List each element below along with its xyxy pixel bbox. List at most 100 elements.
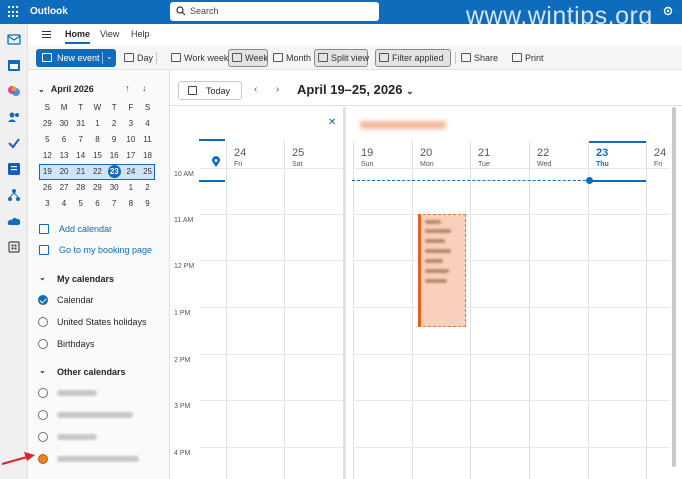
checkbox-unchecked[interactable] — [38, 339, 48, 349]
mini-calendar-day[interactable]: 11 — [139, 132, 156, 148]
mini-calendar-day[interactable]: 29 — [89, 180, 106, 196]
mini-calendar-day[interactable]: 29 — [39, 116, 56, 132]
other-calendar-item[interactable] — [38, 409, 163, 423]
mini-calendar-day[interactable]: 9 — [139, 196, 156, 212]
mini-calendar-day[interactable]: 17 — [123, 148, 140, 164]
mini-calendar-day[interactable]: 6 — [89, 196, 106, 212]
mini-calendar-day[interactable]: 30 — [56, 116, 73, 132]
mini-calendar-day[interactable]: 16 — [106, 148, 123, 164]
tab-view[interactable]: View — [100, 29, 119, 39]
view-week-button[interactable]: Week — [228, 49, 268, 67]
previous-week-arrow[interactable]: ‹ — [254, 84, 257, 95]
mini-calendar-day[interactable]: 12 — [39, 148, 56, 164]
mini-calendar-day[interactable]: 8 — [123, 196, 140, 212]
mini-calendar-day[interactable]: 8 — [89, 132, 106, 148]
gear-icon[interactable] — [662, 5, 674, 17]
day-header[interactable]: 20 Mon — [412, 141, 470, 175]
other-calendar-item[interactable] — [38, 431, 163, 445]
day-header[interactable]: 21 Tue — [470, 141, 528, 175]
calendar-item-calendar[interactable]: Calendar — [38, 294, 163, 308]
word-icon[interactable] — [7, 162, 21, 176]
print-button[interactable]: Print — [509, 49, 549, 67]
org-explorer-icon[interactable] — [7, 188, 21, 202]
more-apps-icon[interactable] — [7, 240, 21, 254]
mini-calendar-header[interactable]: ⌄ April 2026 — [38, 84, 94, 94]
mail-icon[interactable] — [7, 32, 21, 46]
date-range-picker[interactable]: April 19–25, 2026 ⌄ — [297, 82, 414, 97]
mini-calendar-day[interactable]: 6 — [56, 132, 73, 148]
people-icon[interactable] — [7, 110, 21, 124]
app-launcher-icon[interactable] — [8, 6, 20, 18]
view-work-week-button[interactable]: Work week — [168, 49, 228, 67]
chevron-down-icon[interactable]: ⌄ — [38, 85, 45, 94]
mini-calendar-day[interactable]: 13 — [56, 148, 73, 164]
onedrive-icon[interactable] — [7, 214, 21, 228]
next-month-arrow[interactable]: ↓ — [142, 83, 147, 93]
mini-calendar-day[interactable]: 2 — [139, 180, 156, 196]
hamburger-icon[interactable] — [42, 31, 51, 38]
today-button[interactable]: Today — [178, 81, 242, 100]
mini-calendar-day[interactable]: 7 — [106, 196, 123, 212]
chevron-down-icon[interactable]: ⌄ — [106, 52, 113, 61]
calendar-item-us-holidays[interactable]: United States holidays — [38, 316, 163, 330]
todo-icon[interactable] — [7, 136, 21, 150]
checkbox-unchecked[interactable] — [38, 432, 48, 442]
checkbox-unchecked[interactable] — [38, 410, 48, 420]
split-day-header[interactable]: 25 Sat — [284, 141, 342, 175]
close-icon[interactable]: ✕ — [328, 117, 336, 128]
checkbox-checked-orange[interactable] — [38, 454, 48, 464]
previous-month-arrow[interactable]: ↑ — [125, 83, 130, 93]
mini-calendar-day[interactable]: 24 — [123, 164, 140, 180]
mini-calendar-day[interactable]: 9 — [106, 132, 123, 148]
scrollbar-thumb[interactable] — [672, 107, 676, 467]
share-button[interactable]: Share — [458, 49, 503, 67]
day-header-today[interactable]: 23 Thu — [588, 141, 646, 175]
day-header[interactable]: 19 Sun — [353, 141, 411, 175]
checkbox-unchecked[interactable] — [38, 388, 48, 398]
mini-calendar-day[interactable]: 15 — [89, 148, 106, 164]
filter-button[interactable]: Filter applied — [375, 49, 451, 67]
mini-calendar-day[interactable]: 5 — [72, 196, 89, 212]
mini-calendar-day[interactable]: 20 — [56, 164, 73, 180]
mini-calendar-day[interactable]: 18 — [139, 148, 156, 164]
mini-calendar-day[interactable]: 25 — [139, 164, 156, 180]
mini-calendar-day[interactable]: 4 — [56, 196, 73, 212]
checkbox-unchecked[interactable] — [38, 317, 48, 327]
calendar-item-birthdays[interactable]: Birthdays — [38, 338, 163, 352]
mini-calendar-day[interactable]: 3 — [39, 196, 56, 212]
other-calendar-item[interactable] — [38, 387, 163, 401]
mini-calendar-day[interactable]: 3 — [123, 116, 140, 132]
mini-calendar-day[interactable]: 22 — [89, 164, 106, 180]
mini-calendar-day[interactable]: 14 — [72, 148, 89, 164]
mini-calendar-day[interactable]: 28 — [72, 180, 89, 196]
copilot-icon[interactable] — [7, 84, 21, 98]
search-input[interactable]: Search — [170, 2, 379, 21]
mini-calendar-day[interactable]: 31 — [72, 116, 89, 132]
scrollbar[interactable] — [670, 107, 678, 467]
mini-calendar-day[interactable]: 10 — [123, 132, 140, 148]
checkbox-checked[interactable] — [38, 295, 48, 305]
mini-calendar-day[interactable]: 1 — [123, 180, 140, 196]
mini-calendar-day[interactable]: 21 — [72, 164, 89, 180]
mini-calendar-day[interactable]: 7 — [72, 132, 89, 148]
other-calendar-item-selected[interactable] — [38, 453, 163, 467]
view-month-button[interactable]: Month — [270, 49, 312, 67]
day-header[interactable]: 22 Wed — [529, 141, 587, 175]
split-view-button[interactable]: Split view — [314, 49, 369, 67]
mini-calendar-day[interactable]: 2 — [106, 116, 123, 132]
split-day-header[interactable]: 24 Fri — [226, 141, 284, 175]
next-week-arrow[interactable]: › — [276, 84, 279, 95]
mini-calendar-day[interactable]: 4 — [139, 116, 156, 132]
mini-calendar-today[interactable]: 23 — [107, 165, 121, 178]
mini-calendar-day[interactable]: 30 — [106, 180, 123, 196]
mini-calendar-day[interactable]: 19 — [39, 164, 56, 180]
mini-calendar-day[interactable]: 26 — [39, 180, 56, 196]
mini-calendar-day[interactable]: 27 — [56, 180, 73, 196]
calendar-icon[interactable] — [7, 58, 21, 72]
mini-calendar-day[interactable]: 5 — [39, 132, 56, 148]
mini-calendar-day[interactable]: 1 — [89, 116, 106, 132]
calendar-event[interactable] — [418, 214, 466, 327]
tab-home[interactable]: Home — [65, 29, 91, 44]
tab-help[interactable]: Help — [131, 29, 150, 39]
new-event-button[interactable]: New event ⌄ — [36, 49, 116, 67]
